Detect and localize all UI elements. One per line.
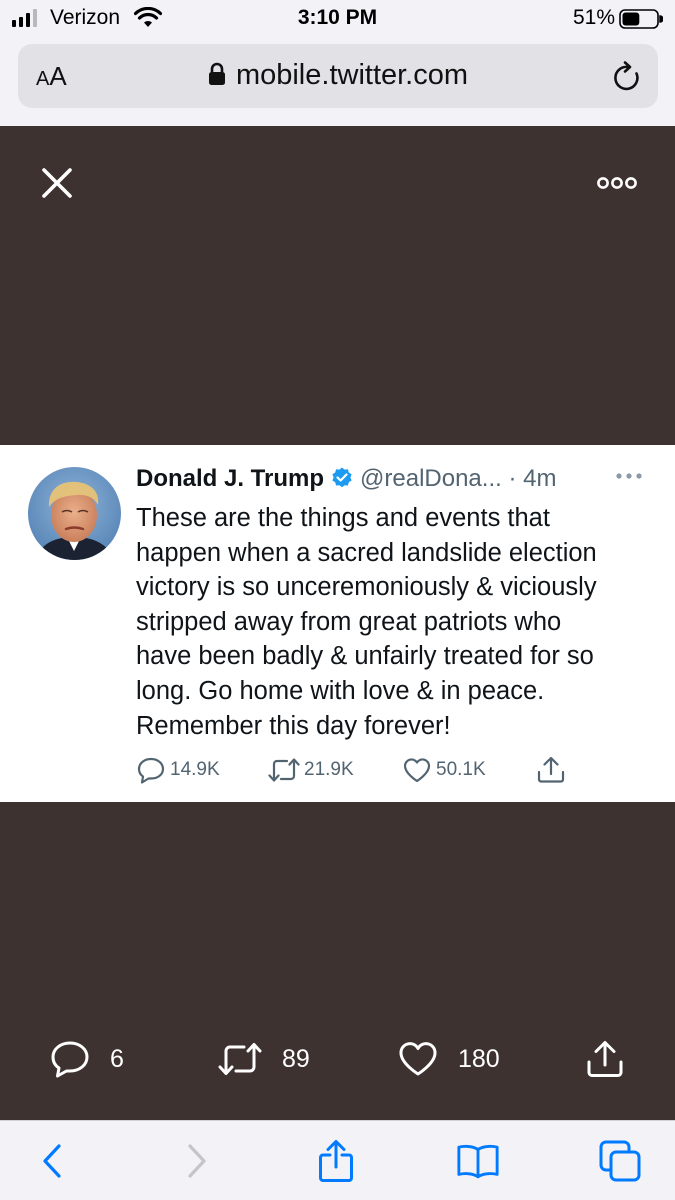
tweet-text-line: long. Go home with love & in peace. <box>136 676 545 705</box>
retweet-button[interactable]: 21.9K <box>268 755 354 785</box>
forward-icon <box>188 1144 206 1178</box>
tweet-timestamp[interactable]: 4m <box>523 465 556 492</box>
media-viewer-top <box>0 126 675 445</box>
safari-toolbar <box>0 1120 675 1200</box>
share-icon <box>587 1041 623 1077</box>
media-like-count: 180 <box>458 1044 500 1073</box>
back-button[interactable] <box>30 1139 74 1183</box>
reply-icon <box>137 757 165 784</box>
tweet-text: These are the things and events that hap… <box>136 501 661 743</box>
back-icon <box>43 1144 61 1178</box>
tweet-text-line: victory is so unceremoniously & viciousl… <box>136 573 597 602</box>
bookmarks-icon <box>457 1144 499 1179</box>
browser-address-area: AA mobile.twitter.com <box>0 38 675 126</box>
url-text: mobile.twitter.com <box>235 59 469 91</box>
author-name[interactable]: Donald J. Trump <box>136 465 324 492</box>
url-display[interactable]: mobile.twitter.com <box>18 59 658 92</box>
share-tweet-button[interactable] <box>536 755 570 785</box>
media-actions: 6 89 180 <box>0 1038 675 1080</box>
like-count: 50.1K <box>436 759 486 780</box>
tweet-actions: 14.9K 21.9K 50.1K <box>136 755 596 785</box>
tweet-text-line: Remember this day forever! <box>136 711 451 740</box>
tweet-text-line: These are the things and events that <box>136 504 550 532</box>
media-reply-button[interactable]: 6 <box>50 1038 124 1080</box>
avatar[interactable] <box>28 467 121 560</box>
battery-percent: 51% <box>572 6 615 29</box>
tweet-more-icon[interactable] <box>614 469 644 483</box>
media-share-button[interactable] <box>585 1038 645 1080</box>
close-icon[interactable] <box>40 166 74 200</box>
media-viewer-bottom: 6 89 180 <box>0 802 675 1120</box>
forward-button[interactable] <box>175 1139 219 1183</box>
share-icon <box>537 756 565 783</box>
lock-icon <box>208 62 225 85</box>
heart-icon <box>403 758 431 783</box>
battery-icon <box>619 9 663 29</box>
tweet-card[interactable]: Donald J. Trump @realDona... · 4m These a… <box>0 445 675 802</box>
more-icon[interactable] <box>596 171 638 195</box>
tweet-text-line: happen when a sacred landslide election <box>136 538 597 567</box>
verified-badge-icon <box>332 467 352 488</box>
bookmarks-button[interactable] <box>456 1139 500 1183</box>
tweet-header: Donald J. Trump @realDona... · 4m <box>136 465 656 497</box>
address-bar[interactable]: AA mobile.twitter.com <box>18 44 658 108</box>
retweet-icon <box>218 1043 262 1075</box>
reply-icon <box>51 1041 89 1078</box>
tabs-icon <box>599 1140 641 1182</box>
reload-icon[interactable] <box>612 60 642 92</box>
media-reply-count: 6 <box>110 1044 124 1073</box>
retweet-count: 21.9K <box>304 759 354 780</box>
share-icon <box>319 1140 353 1182</box>
separator-dot: · <box>508 465 517 492</box>
heart-icon <box>399 1042 437 1076</box>
avatar-portrait <box>28 467 121 560</box>
tabs-button[interactable] <box>598 1139 642 1183</box>
safari-share-button[interactable] <box>314 1139 358 1183</box>
status-bar: Verizon 3:10 PM 51% <box>0 0 675 38</box>
reply-button[interactable]: 14.9K <box>136 755 220 785</box>
tweet-text-line: have been badly & unfairly treated for s… <box>136 642 594 671</box>
author-handle[interactable]: @realDona... <box>360 465 502 492</box>
like-button[interactable]: 50.1K <box>402 755 486 785</box>
media-retweet-count: 89 <box>282 1044 310 1073</box>
retweet-icon <box>268 758 300 782</box>
media-like-button[interactable]: 180 <box>398 1038 500 1080</box>
media-retweet-button[interactable]: 89 <box>218 1038 310 1080</box>
reply-count: 14.9K <box>170 759 220 780</box>
tweet-text-line: stripped away from great patriots who <box>136 607 562 636</box>
